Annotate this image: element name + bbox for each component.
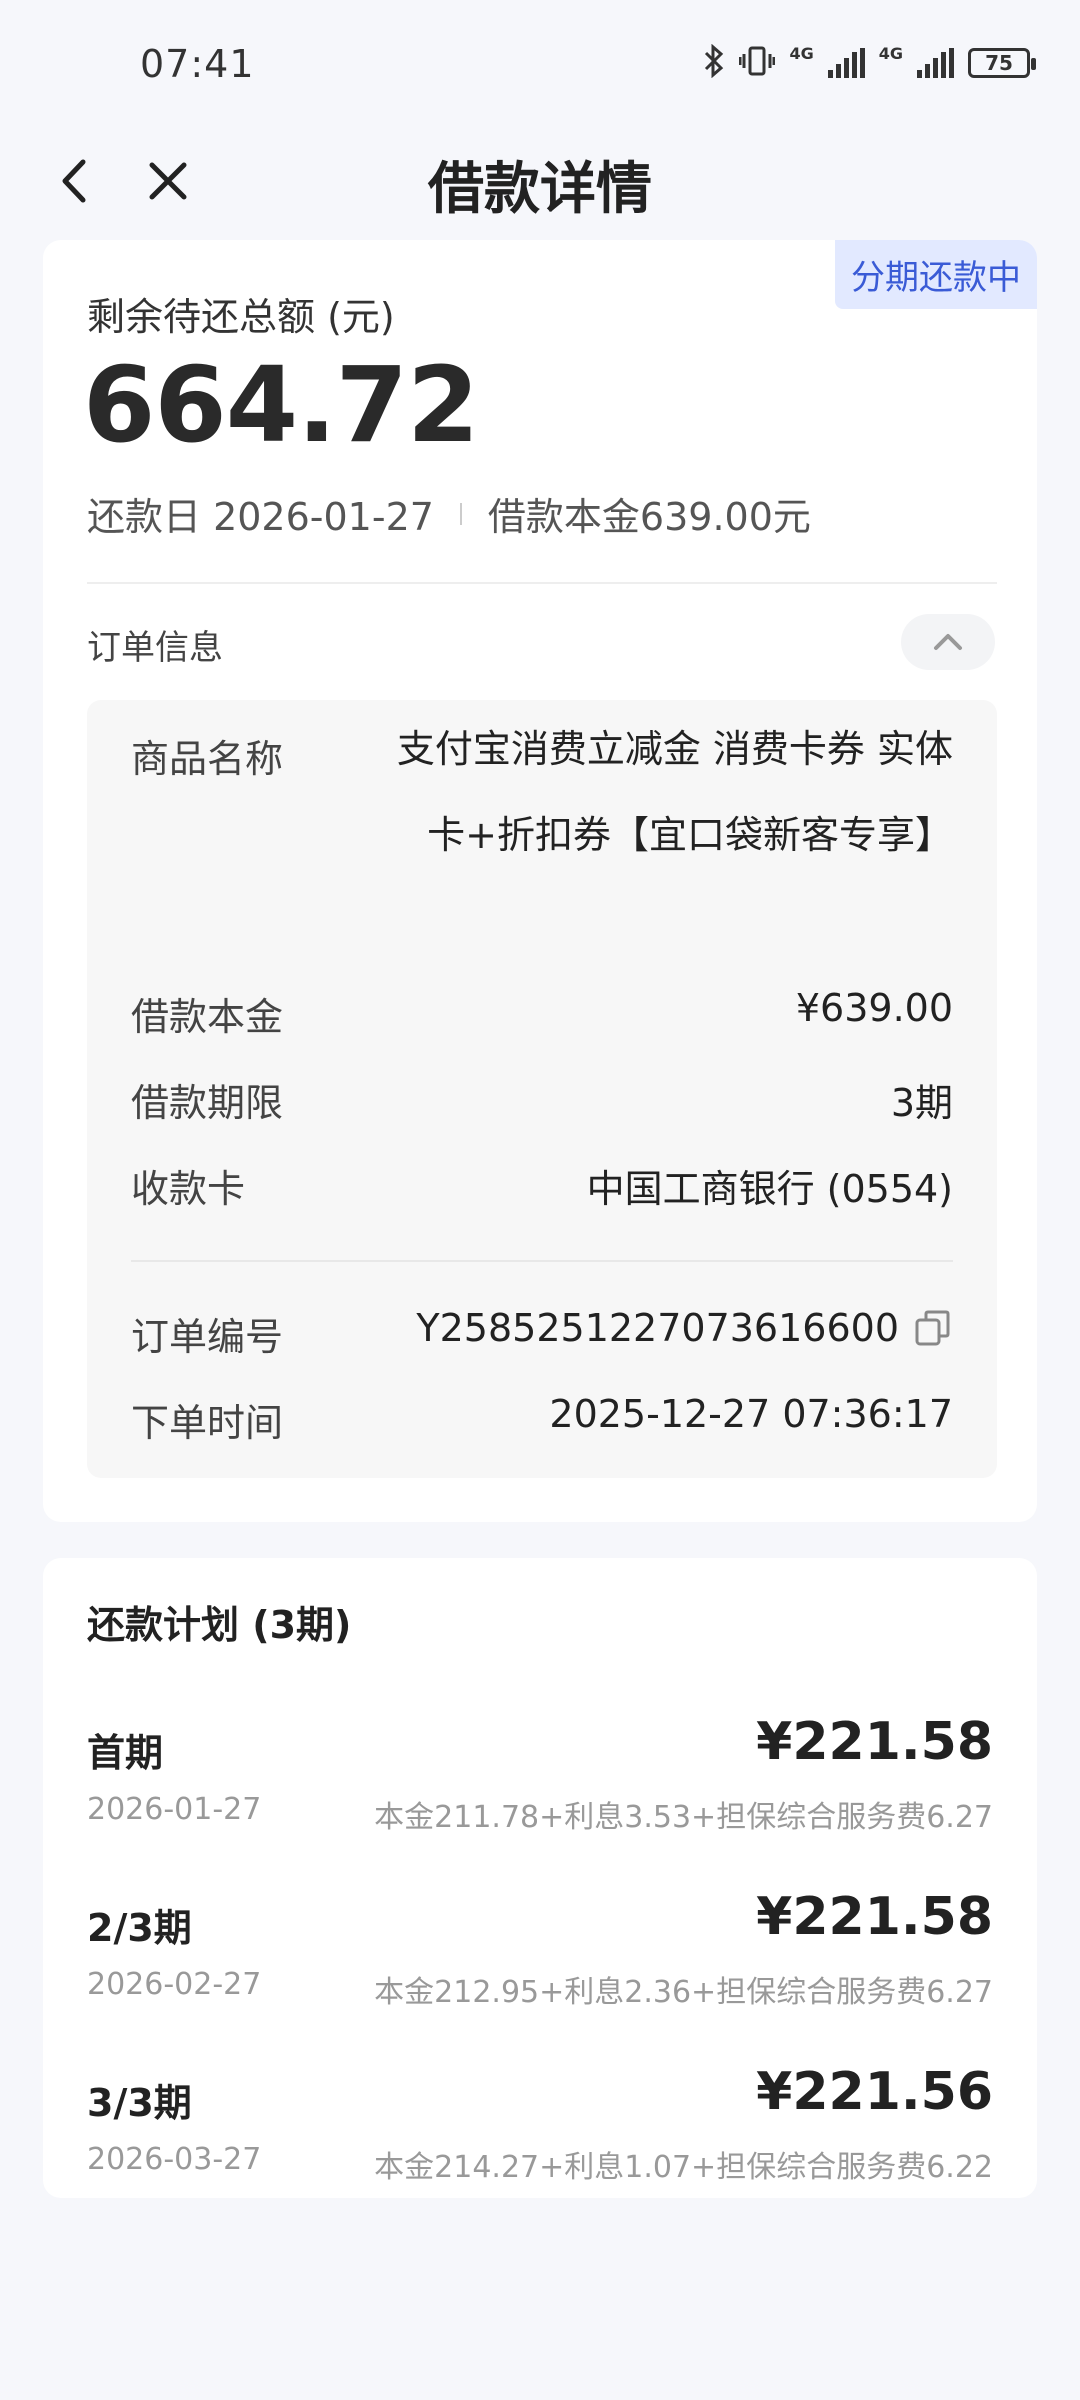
repayment-plan-title: 还款计划 (3期) (87, 1603, 352, 1647)
collapse-button[interactable] (901, 614, 995, 670)
loan-summary-card: 分期还款中 剩余待还总额 (元) 664.72 还款日 2026-01-27 借… (43, 240, 1037, 1522)
plan-date: 2026-01-27 (87, 1792, 262, 1827)
signal-label-1: 4G (789, 43, 814, 63)
status-badge: 分期还款中 (835, 240, 1037, 309)
divider (131, 1260, 953, 1262)
divider (87, 582, 997, 584)
repayment-plan-card: 还款计划 (3期) 首期 2026-01-27 ¥221.58 本金211.78… (43, 1558, 1037, 2198)
order-time-label: 下单时间 (131, 1401, 284, 1445)
loan-principal-label: 借款本金 (131, 995, 284, 1039)
plan-amount: ¥221.56 (756, 2062, 993, 2122)
product-name-label: 商品名称 (131, 737, 284, 781)
order-number-label: 订单编号 (131, 1315, 284, 1359)
loan-term-label: 借款期限 (131, 1081, 284, 1125)
plan-date: 2026-02-27 (87, 1967, 262, 2002)
status-bar: 07:41 4G 4G 75 (0, 0, 1080, 130)
status-time: 07:41 (140, 42, 255, 86)
battery-level: 75 (985, 51, 1013, 75)
plan-item[interactable]: 首期 2026-01-27 ¥221.58 本金211.78+利息3.53+担保… (43, 1712, 1037, 1862)
receiving-card-label: 收款卡 (131, 1167, 246, 1211)
plan-period: 3/3期 (87, 2081, 192, 2125)
due-date-text: 还款日 2026-01-27 (87, 495, 434, 539)
nav-bar: 借款详情 (0, 130, 1080, 230)
due-info-line: 还款日 2026-01-27 借款本金639.00元 (87, 486, 811, 541)
receiving-card-value: 中国工商银行 (0554) (586, 1167, 953, 1211)
plan-detail: 本金214.27+利息1.07+担保综合服务费6.22 (374, 2150, 993, 2185)
loan-term-value: 3期 (890, 1081, 953, 1125)
plan-amount: ¥221.58 (756, 1712, 993, 1772)
bluetooth-icon (703, 43, 725, 82)
chevron-up-icon (934, 634, 962, 650)
battery-icon: 75 (968, 48, 1036, 78)
plan-item[interactable]: 2/3期 2026-02-27 ¥221.58 本金212.95+利息2.36+… (43, 1887, 1037, 2037)
plan-date: 2026-03-27 (87, 2142, 262, 2177)
copy-icon[interactable] (913, 1308, 953, 1348)
signal-label-2: 4G (878, 43, 903, 63)
order-number-value: Y2585251227073616600 (416, 1306, 899, 1350)
signal-bars-1-icon (827, 48, 865, 78)
order-number-row: Y2585251227073616600 (416, 1306, 953, 1350)
order-info-title: 订单信息 (87, 628, 223, 668)
plan-amount: ¥221.58 (756, 1887, 993, 1947)
page-title: 借款详情 (428, 157, 652, 222)
plan-period: 首期 (87, 1731, 164, 1775)
order-time-value: 2025-12-27 07:36:17 (549, 1392, 953, 1436)
signal-bars-2-icon (917, 48, 954, 78)
vibrate-icon (738, 44, 776, 82)
plan-detail: 本金211.78+利息3.53+担保综合服务费6.27 (374, 1800, 993, 1835)
status-icons: 4G 4G 75 (703, 43, 1036, 82)
plan-period: 2/3期 (87, 1906, 192, 1950)
order-info-box: 商品名称 支付宝消费立减金 消费卡券 实体卡+折扣券【宜口袋新客专享】 借款本金… (87, 700, 997, 1478)
separator (459, 502, 462, 525)
product-name-value: 支付宝消费立减金 消费卡券 实体卡+折扣券【宜口袋新客专享】 (396, 727, 953, 857)
plan-detail: 本金212.95+利息2.36+担保综合服务费6.27 (374, 1975, 993, 2010)
plan-item[interactable]: 3/3期 2026-03-27 ¥221.56 本金214.27+利息1.07+… (43, 2062, 1037, 2212)
remaining-total-label: 剩余待还总额 (元) (87, 295, 395, 339)
loan-principal-value: ¥639.00 (795, 986, 953, 1030)
remaining-total-amount: 664.72 (83, 344, 479, 466)
principal-text: 借款本金639.00元 (487, 495, 811, 539)
